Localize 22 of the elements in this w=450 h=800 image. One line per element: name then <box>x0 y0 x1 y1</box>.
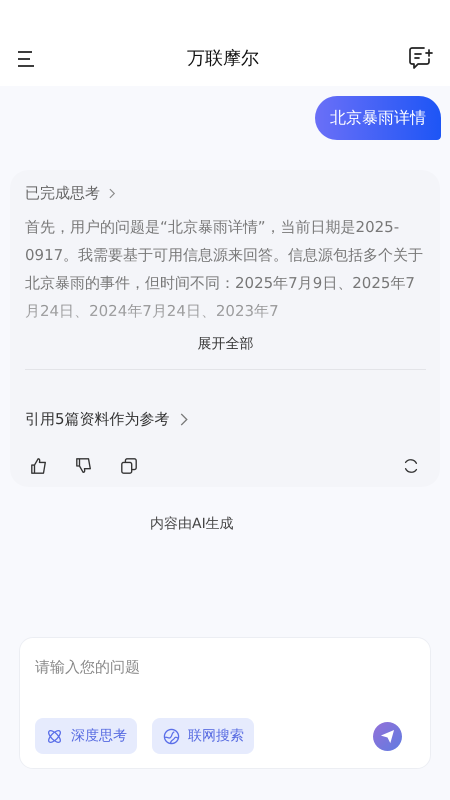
ai-disclaimer: 内容由AI生成 <box>150 515 235 533</box>
chevron-right-icon <box>180 413 188 426</box>
chevron-right-icon <box>109 188 116 199</box>
app-title: 万联摩尔 <box>187 48 259 70</box>
user-message: 北京暴雨详情 <box>315 96 441 140</box>
atom-icon <box>46 728 63 744</box>
new-chat-icon[interactable] <box>408 46 434 70</box>
refresh-icon[interactable] <box>402 457 420 475</box>
globe-icon <box>163 728 180 744</box>
thinking-toggle[interactable]: 已完成思考 <box>25 184 116 203</box>
thumbs-up-icon[interactable] <box>30 457 48 475</box>
deep-thinking-button[interactable]: 深度思考 <box>35 718 137 754</box>
expand-all-button[interactable]: 展开全部 <box>198 335 254 353</box>
paper-plane-icon <box>380 728 395 744</box>
thinking-text: 首先，用户的问题是“北京暴雨详情”，当前日期是2025-0917。我需要基于可用信息源来回答。信息源包括多个关于北京暴雨的事件，但时间不同：2025年7月9日、2025年7月24日、2024年7月24日、2023年7 <box>25 217 424 322</box>
references-link[interactable]: 引用5篇资料作为参考 <box>25 410 188 429</box>
copy-icon[interactable] <box>120 457 138 475</box>
thumbs-down-icon[interactable] <box>75 457 93 475</box>
question-input[interactable]: 请输入您的问题 <box>35 652 416 682</box>
web-search-button[interactable]: 联网搜索 <box>152 718 254 754</box>
send-button[interactable] <box>373 722 402 750</box>
menu-icon[interactable] <box>17 50 37 68</box>
